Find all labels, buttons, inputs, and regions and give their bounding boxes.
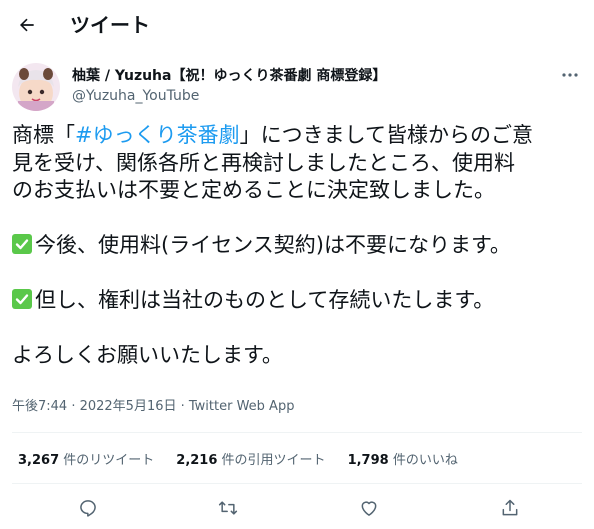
heart-icon <box>361 501 377 516</box>
tweet-point-text: 今後、使用料(ライセンス契約)は不要になります。 <box>35 233 511 257</box>
top-bar: ツイート <box>0 0 594 50</box>
tweet-text: 商標「#ゆっくり茶番劇」につきまして皆様からのご意 見を受け、関係各所と再検討し… <box>12 122 582 370</box>
tweet-point: 今後、使用料(ライセンス契約)は不要になります。 <box>12 232 582 260</box>
tweet-line: よろしくお願いいたします。 <box>12 343 283 367</box>
likes-stat[interactable]: 1,798 件のいいね <box>348 449 458 468</box>
likes-label: 件のいいね <box>392 452 458 468</box>
quotes-stat[interactable]: 2,216 件の引用ツイート <box>176 449 325 468</box>
tweet-text-segment: 商標「 <box>12 123 75 147</box>
tweet-point-text: 但し、権利は当社のものとして存続いたします。 <box>35 288 495 312</box>
retweet-icon <box>218 501 238 515</box>
quotes-count: 2,216 <box>176 452 218 468</box>
arrow-left-icon <box>20 18 34 32</box>
retweets-stat[interactable]: 3,267 件のリツイート <box>18 449 154 468</box>
more-horizontal-icon <box>562 73 578 77</box>
tweet-text-segment: 」につきまして皆様からのご意 <box>239 123 533 147</box>
tweet-timestamp[interactable]: 午後7:44 · 2022年5月16日 · Twitter Web App <box>12 398 294 416</box>
check-mark-icon <box>12 234 32 254</box>
like-button[interactable] <box>355 494 383 522</box>
tweet-point: 但し、権利は当社のものとして存続いたします。 <box>12 287 582 315</box>
quotes-label: 件の引用ツイート <box>221 452 326 468</box>
reply-icon <box>80 500 96 517</box>
retweets-count: 3,267 <box>18 452 60 468</box>
share-icon <box>502 499 518 516</box>
tweet-line: 見を受け、関係各所と再検討しましたところ、使用料 <box>12 150 515 175</box>
reply-button[interactable] <box>74 494 102 522</box>
more-options-button[interactable] <box>556 64 584 86</box>
share-button[interactable] <box>496 494 524 522</box>
action-bar <box>12 490 582 526</box>
author-name[interactable]: 柚葉 / Yuzuha【祝！ゆっくり茶番劇 商標登録】 <box>72 67 386 85</box>
avatar-illustration-icon <box>12 63 60 111</box>
avatar[interactable] <box>12 63 60 111</box>
engagement-stats: 3,267 件のリツイート 2,216 件の引用ツイート 1,798 件のいいね <box>12 433 582 483</box>
back-button[interactable] <box>12 10 42 40</box>
divider <box>12 483 582 484</box>
retweet-button[interactable] <box>214 494 242 522</box>
hashtag-link[interactable]: #ゆっくり茶番劇 <box>75 123 240 147</box>
retweets-label: 件のリツイート <box>63 452 155 468</box>
page-title: ツイート <box>70 13 150 37</box>
tweet-line: 商標「#ゆっくり茶番劇」につきまして皆様からのご意 <box>12 122 582 150</box>
check-mark-icon <box>12 289 32 309</box>
author-handle[interactable]: @Yuzuha_YouTube <box>72 87 199 105</box>
likes-count: 1,798 <box>347 452 389 468</box>
tweet-line: のお支払いは不要と定めることに決定致しました。 <box>12 178 495 202</box>
